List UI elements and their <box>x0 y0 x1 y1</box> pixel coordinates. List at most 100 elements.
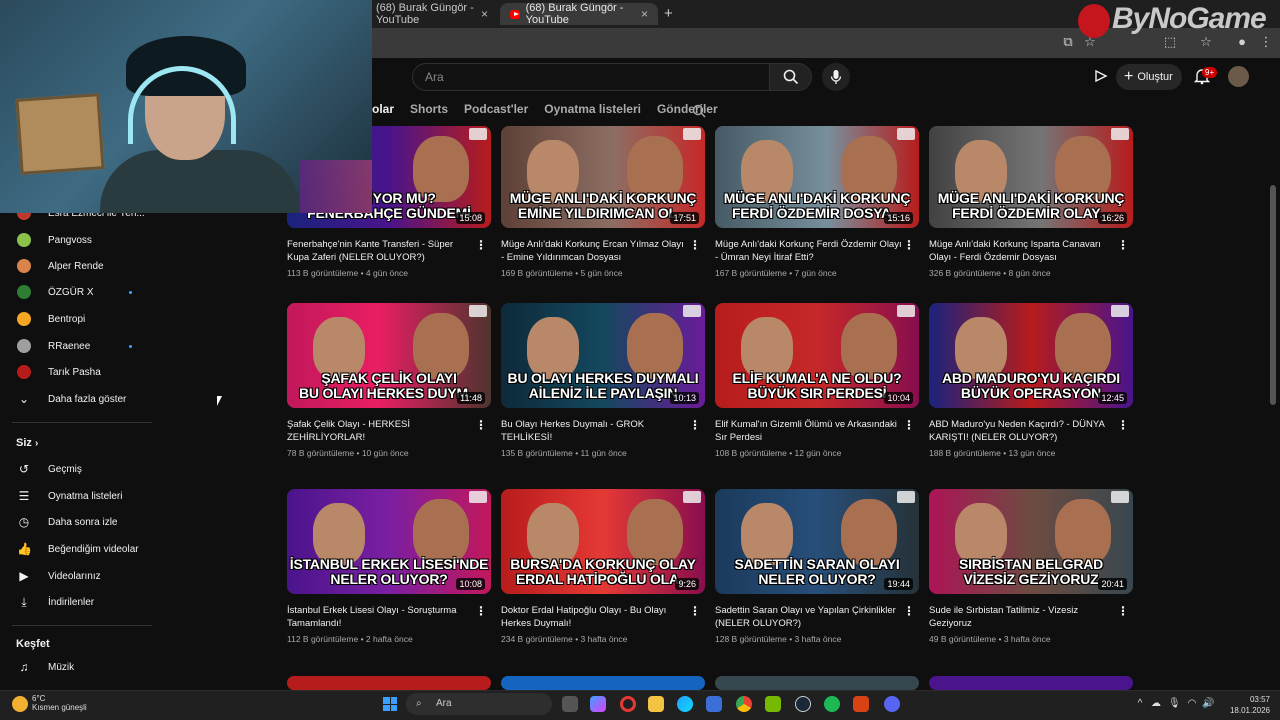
video-card[interactable]: MÜGE ANLI'DAKİ KORKUNÇ FERDİ ÖZDEMİR DOS… <box>715 126 919 286</box>
sidebar-item-channel[interactable]: ÖZGÜR X <box>0 281 154 303</box>
more-options-icon[interactable]: ⋮ <box>689 239 701 251</box>
app-icon[interactable] <box>853 696 869 712</box>
create-button[interactable]: + Oluştur <box>1116 64 1182 90</box>
new-tab-button[interactable]: + <box>664 5 673 22</box>
task-view-icon[interactable] <box>562 696 578 712</box>
video-thumbnail[interactable]: MÜGE ANLI'DAKİ KORKUNÇ EMİNE YILDIRIMCAN… <box>501 126 705 228</box>
cast-icon[interactable]: ⧉ <box>1060 34 1076 50</box>
video-card[interactable]: ŞAFAK ÇELİK OLAYI BU OLAYI HERKES DUYM..… <box>287 303 491 463</box>
more-options-icon[interactable]: ⋮ <box>689 419 701 431</box>
file-explorer-icon[interactable] <box>648 696 664 712</box>
more-options-icon[interactable]: ⋮ <box>1117 419 1129 431</box>
sidebar-item-channel[interactable]: Alper Rende <box>0 255 154 277</box>
weather-widget[interactable]: 6°C Kısmen güneşli <box>12 694 87 712</box>
copilot-icon[interactable] <box>590 696 606 712</box>
video-title[interactable]: Müge Anlı'daki Korkunç Isparta Canavarı … <box>929 238 1117 264</box>
menu-dots-icon[interactable]: ⋮ <box>1258 34 1274 50</box>
chrome-icon[interactable] <box>736 696 752 712</box>
edge-icon[interactable] <box>677 696 693 712</box>
sidebar-item-explore[interactable]: ♫ Müzik <box>0 656 154 678</box>
sidebar-item-you[interactable]: 👍 Beğendiğim videolar <box>0 538 154 560</box>
search-button[interactable] <box>769 63 812 91</box>
taskbar-search[interactable]: ⌕ Ara <box>406 693 552 715</box>
close-icon[interactable]: × <box>481 7 488 21</box>
video-title[interactable]: Sadettin Saran Olayı ve Yapılan Çirkinli… <box>715 604 903 630</box>
video-card[interactable]: BU OLAYI HERKES DUYMALI AİLENİZ İLE PAYL… <box>501 303 705 463</box>
video-title[interactable]: İstanbul Erkek Lisesi Olayı - Soruşturma… <box>287 604 475 630</box>
video-title[interactable]: Doktor Erdal Hatipoğlu Olayı - Bu Olayı … <box>501 604 689 630</box>
more-options-icon[interactable]: ⋮ <box>1117 605 1129 617</box>
network-icon[interactable]: ☁ <box>1150 698 1162 710</box>
browser-tab-1[interactable]: (68) Burak Güngör - YouTube × <box>366 2 498 26</box>
video-title[interactable]: Şafak Çelik Olayı - HERKESİ ZEHİRLİYORLA… <box>287 418 475 444</box>
video-title[interactable]: ABD Maduro'yu Neden Kaçırdı? - DÜNYA KAR… <box>929 418 1117 444</box>
video-title[interactable]: Sude ile Sırbistan Tatilimiz - Vizesiz G… <box>929 604 1117 630</box>
tab-shorts[interactable]: Shorts <box>410 102 448 122</box>
video-card[interactable]: MÜGE ANLI'DAKİ KORKUNÇ FERDİ ÖZDEMİR OLA… <box>929 126 1133 286</box>
tab-videos[interactable]: olar <box>372 102 394 122</box>
video-title[interactable]: Müge Anlı'daki Korkunç Ferdi Özdemir Ola… <box>715 238 903 264</box>
video-thumbnail[interactable]: MÜGE ANLI'DAKİ KORKUNÇ FERDİ ÖZDEMİR OLA… <box>929 126 1133 228</box>
more-options-icon[interactable]: ⋮ <box>903 239 915 251</box>
video-thumbnail[interactable]: ABD MADURO'YU KAÇIRDI BÜYÜK OPERASYON 12… <box>929 303 1133 408</box>
sidebar-item-you[interactable]: ◷ Daha sonra izle <box>0 511 154 533</box>
video-title[interactable]: Müge Anlı'daki Korkunç Ercan Yılmaz Olay… <box>501 238 689 264</box>
profile-icon[interactable]: ● <box>1234 34 1250 50</box>
sidebar-item-channel[interactable]: RRaenee <box>0 335 154 357</box>
close-icon[interactable]: × <box>641 7 648 21</box>
scrollbar[interactable] <box>1270 185 1276 405</box>
chevron-up-icon[interactable]: ^ <box>1134 698 1146 710</box>
video-title[interactable]: Fenerbahçe'nin Kante Transferi - Süper K… <box>287 238 475 264</box>
voice-search-button[interactable] <box>822 63 850 91</box>
video-card[interactable]: BURSA'DA KORKUNÇ OLAY ERDAL HATİPOĞLU OL… <box>501 489 705 649</box>
steam-icon[interactable] <box>795 696 811 712</box>
sidebar-item-channel[interactable]: Bentropi <box>0 308 154 330</box>
video-card[interactable]: MÜGE ANLI'DAKİ KORKUNÇ EMİNE YILDIRIMCAN… <box>501 126 705 286</box>
discord-icon[interactable] <box>884 696 900 712</box>
more-options-icon[interactable]: ⋮ <box>689 605 701 617</box>
more-options-icon[interactable]: ⋮ <box>903 419 915 431</box>
pip-icon[interactable] <box>1093 68 1109 84</box>
video-card[interactable]: ABD MADURO'YU KAÇIRDI BÜYÜK OPERASYON 12… <box>929 303 1133 463</box>
video-title[interactable]: Bu Olayı Herkes Duymalı - GROK TEHLİKESİ… <box>501 418 689 444</box>
search-input[interactable]: Ara <box>412 63 770 91</box>
nvidia-icon[interactable] <box>765 696 781 712</box>
clock[interactable]: 03:57 18.01.2026 <box>1228 694 1270 716</box>
volume-icon[interactable]: 🔊 <box>1202 698 1214 710</box>
sidebar-item-you[interactable]: ⤓ İndirilenler <box>0 591 154 613</box>
video-card-partial[interactable] <box>929 676 1133 690</box>
spotify-icon[interactable] <box>824 696 840 712</box>
video-title[interactable]: Elif Kumal'ın Gizemli Ölümü ve Arkasında… <box>715 418 903 444</box>
more-options-icon[interactable]: ⋮ <box>475 605 487 617</box>
tab-podcasts[interactable]: Podcast'ler <box>464 102 528 122</box>
video-thumbnail[interactable]: SADETTİN SARAN OLAYI NELER OLUYOR? 19:44 <box>715 489 919 594</box>
browser-tab-2[interactable]: (68) Burak Güngör - YouTube × <box>500 2 658 26</box>
video-thumbnail[interactable]: ELİF KUMAL'A NE OLDU? BÜYÜK SIR PERDESİ … <box>715 303 919 408</box>
video-card-partial[interactable] <box>501 676 705 690</box>
sidebar-item-channel[interactable]: Pangvoss <box>0 229 154 251</box>
video-thumbnail[interactable]: ŞAFAK ÇELİK OLAYI BU OLAYI HERKES DUYM..… <box>287 303 491 408</box>
video-thumbnail[interactable]: BURSA'DA KORKUNÇ OLAY ERDAL HATİPOĞLU OL… <box>501 489 705 594</box>
video-thumbnail[interactable]: SIRBİSTAN BELGRAD VİZESİZ GEZİYORUZ 20:4… <box>929 489 1133 594</box>
video-card[interactable]: İSTANBUL ERKEK LİSESİ'NDE NELER OLUYOR? … <box>287 489 491 649</box>
sidebar-item-channel[interactable]: Tarık Pasha <box>0 361 154 383</box>
wifi-icon[interactable]: ◠ <box>1186 698 1198 710</box>
extensions-icon[interactable]: ⬚ <box>1162 34 1178 50</box>
microphone-icon[interactable]: 🎙 <box>1168 698 1181 710</box>
sidebar-item-you[interactable]: ▶ Videolarınız <box>0 565 154 587</box>
search-icon[interactable] <box>692 104 706 118</box>
more-options-icon[interactable]: ⋮ <box>1117 239 1129 251</box>
video-card[interactable]: SADETTİN SARAN OLAYI NELER OLUYOR? 19:44… <box>715 489 919 649</box>
video-card[interactable]: ELİF KUMAL'A NE OLDU? BÜYÜK SIR PERDESİ … <box>715 303 919 463</box>
avatar[interactable] <box>1228 66 1249 87</box>
video-thumbnail[interactable]: BU OLAYI HERKES DUYMALI AİLENİZ İLE PAYL… <box>501 303 705 408</box>
video-card[interactable]: SIRBİSTAN BELGRAD VİZESİZ GEZİYORUZ 20:4… <box>929 489 1133 649</box>
sidebar-show-more[interactable]: ⌄ Daha fazla göster <box>0 388 154 410</box>
sidebar-you-heading[interactable]: Siz › <box>16 437 38 449</box>
start-button[interactable] <box>383 697 397 711</box>
video-thumbnail[interactable]: İSTANBUL ERKEK LİSESİ'NDE NELER OLUYOR? … <box>287 489 491 594</box>
more-options-icon[interactable]: ⋮ <box>475 239 487 251</box>
opera-icon[interactable] <box>620 696 636 712</box>
more-options-icon[interactable]: ⋮ <box>903 605 915 617</box>
store-icon[interactable] <box>706 696 722 712</box>
